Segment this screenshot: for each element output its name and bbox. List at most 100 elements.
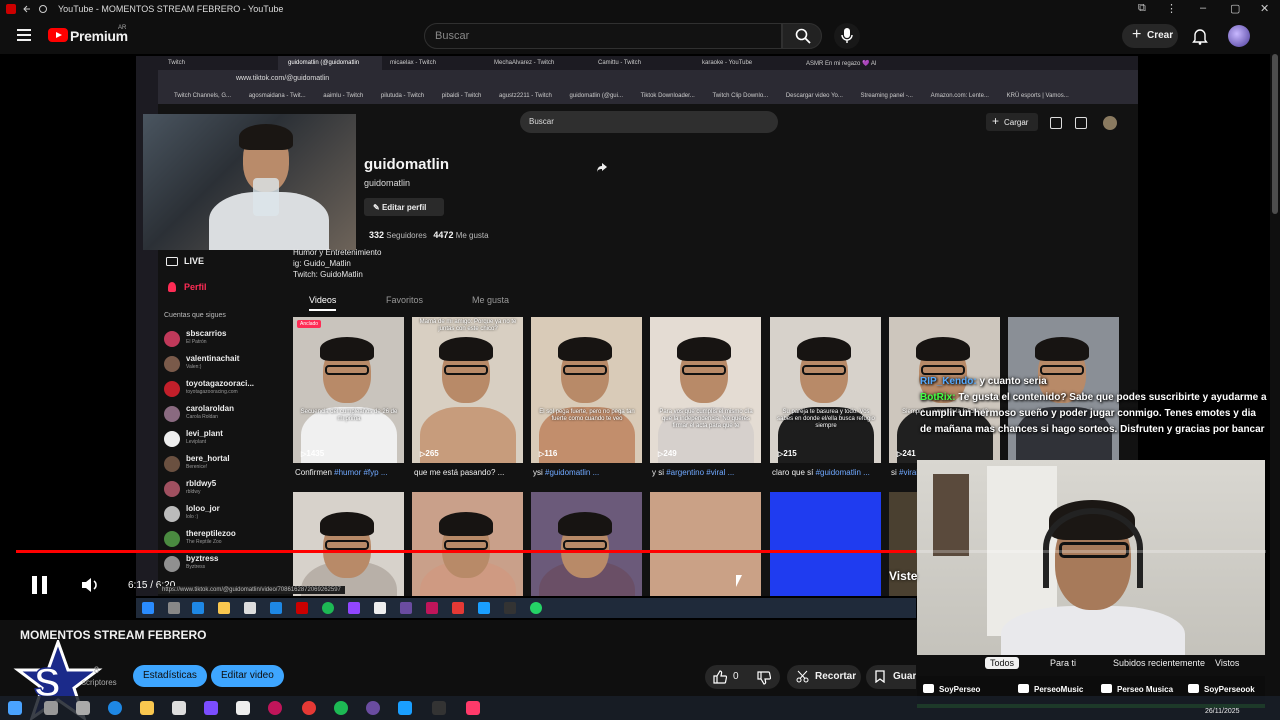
like-button[interactable]: 0 [705,665,780,689]
following-item[interactable]: levi_plant Leviplant [164,429,284,451]
tab-me-gusta[interactable]: Me gusta [472,295,509,305]
minimize-button[interactable]: – [1200,2,1206,14]
video-thumbnail[interactable] [412,492,523,596]
app-icon[interactable] [296,602,308,614]
store-icon[interactable] [244,602,256,614]
video-thumbnail[interactable] [770,492,881,596]
video-caption[interactable]: que me está pasando? ... [414,468,529,477]
chip-for-you[interactable]: Para ti [1045,657,1081,669]
app-icon[interactable] [374,602,386,614]
epic-games-icon[interactable] [432,701,446,715]
following-item[interactable]: toyotagazooraci... toyotagazooracing.com [164,379,284,401]
folder-icon[interactable] [140,701,154,715]
inner-url-bar[interactable]: www.tiktok.com/@guidomatlin [158,70,1138,88]
chrome-icon[interactable] [452,602,464,614]
mail-icon[interactable] [270,602,282,614]
bookmark-item[interactable]: pilutuda - Twitch [381,93,424,99]
edge-icon[interactable] [108,701,122,715]
inner-tab[interactable]: micaelax - Twitch [380,56,484,70]
bookmark-item[interactable]: Twitch Channels, G... [174,93,231,99]
video-thumbnail[interactable]: Anclado Secuencia del cumpleaños de 26 de… [293,317,404,463]
following-item[interactable]: byztress Byztress [164,554,284,576]
chip-recent[interactable]: Subidos recientemente [1108,657,1210,669]
store-icon[interactable] [172,701,186,715]
opera-icon[interactable] [426,602,438,614]
tab-videos[interactable]: Videos [309,295,337,311]
following-item[interactable]: carolaroldan Carola Roldan [164,404,284,426]
video-thumbnail[interactable]: El sol pega fuerte, pero no pega tan fue… [531,317,642,463]
following-item[interactable]: thereptilezoo The Reptile Zoo [164,529,284,551]
video-thumbnail[interactable]: Mamá de mi amigo: Porque ya no te juntas… [412,317,523,463]
following-item[interactable]: sbscarrios El Patrón [164,329,284,351]
edge-icon[interactable] [192,602,204,614]
voice-search-button[interactable] [834,23,860,49]
steam-icon[interactable] [478,602,490,614]
video-app-icon[interactable] [466,701,480,715]
chip-watched[interactable]: Vistos [1210,657,1244,669]
page-scrollbar[interactable] [1272,54,1278,214]
search-taskbar-icon[interactable] [44,701,58,715]
discord-icon[interactable] [204,701,218,715]
twitch-icon[interactable] [348,602,360,614]
bookmark-item[interactable]: Amazon.com: Lente... [931,93,989,99]
start-icon[interactable] [142,602,154,614]
video-thumbnail[interactable]: Para vos que cumplís el mismo día que la… [650,317,761,463]
bookmark-item[interactable]: Twitch Clip Downlo... [712,93,768,99]
video-caption[interactable]: Confirmen #humor #fyp ... [295,468,410,477]
inner-tab[interactable]: MechaAlvarez - Twitch [484,56,588,70]
clip-button[interactable]: Recortar [787,665,861,689]
obs-icon[interactable] [400,602,412,614]
video-caption[interactable]: y si #argentino #viral ... [652,468,767,477]
more-options-icon[interactable]: ⋮ [1166,2,1177,15]
create-button[interactable]: Crear [1122,24,1178,48]
video-thumbnail[interactable]: Su pareja te basurea y todo. Vos sabes e… [770,317,881,463]
nav-profile[interactable]: Perfil [184,282,207,292]
video-thumbnail[interactable] [531,492,642,596]
opera-icon[interactable] [268,701,282,715]
chrome-icon[interactable] [302,701,316,715]
bookmark-item[interactable]: Descargar video Yo... [786,93,843,99]
inner-tab-active[interactable]: guidomatlin (@guidomatlin [278,56,382,70]
nav-live[interactable]: LIVE [184,256,204,266]
window-menu-icon[interactable] [6,4,16,14]
bookmark-item[interactable]: agosmaidana - Twit... [249,93,306,99]
close-button[interactable]: ✕ [1260,2,1269,15]
edit-video-button[interactable]: Editar video [211,665,284,687]
chip-all[interactable]: Todos [985,657,1020,669]
youtube-logo-icon[interactable] [48,28,68,42]
bookmark-item[interactable]: Streaming panel -... [861,93,913,99]
bookmark-item[interactable]: aaimlu - Twitch [323,93,363,99]
bookmark-item[interactable]: agustz2211 - Twitch [499,93,552,99]
thumbs-down-icon[interactable] [757,671,771,685]
back-arrow-icon[interactable] [22,4,32,14]
app-icon[interactable] [236,701,250,715]
extensions-icon[interactable]: ⧉ [1138,2,1146,15]
account-avatar[interactable] [1228,25,1250,47]
maximize-button[interactable]: ▢ [1230,2,1240,15]
tab-favoritos[interactable]: Favoritos [386,295,423,305]
search-button[interactable] [782,23,822,49]
inner-tab[interactable]: Twitch [158,56,262,70]
volume-icon[interactable] [82,578,100,592]
obs-icon[interactable] [366,701,380,715]
folder-icon[interactable] [218,602,230,614]
filter-icon[interactable] [1050,117,1062,129]
following-item[interactable]: bere_hortal Berenice! [164,454,284,476]
inner-tab[interactable]: Camittu - Twitch [588,56,692,70]
search-taskbar-icon[interactable] [168,602,180,614]
bookmark-item[interactable]: pibaldi - Twitch [442,93,482,99]
inner-tab[interactable]: ASMR En mi regazo 💜 Al [796,56,900,70]
bookmark-item[interactable]: KRÜ esports | Vamos... [1007,93,1069,99]
video-caption[interactable]: claro que sí #guidomatlin ... [772,468,887,477]
spotify-icon[interactable] [334,701,348,715]
whatsapp-icon[interactable] [530,602,542,614]
bookmark-item[interactable]: guidomatlin (@gui... [570,93,623,99]
following-item[interactable]: rbldwy5 rbldwy [164,479,284,501]
hamburger-menu-icon[interactable] [17,29,31,41]
following-item[interactable]: loloo_jor lolo :) [164,504,284,526]
tiktok-avatar[interactable] [1103,116,1117,130]
progress-fill[interactable] [16,550,916,553]
stats-button[interactable]: Estadísticas [133,665,207,687]
share-icon[interactable] [596,162,608,174]
reload-icon[interactable] [38,4,48,14]
